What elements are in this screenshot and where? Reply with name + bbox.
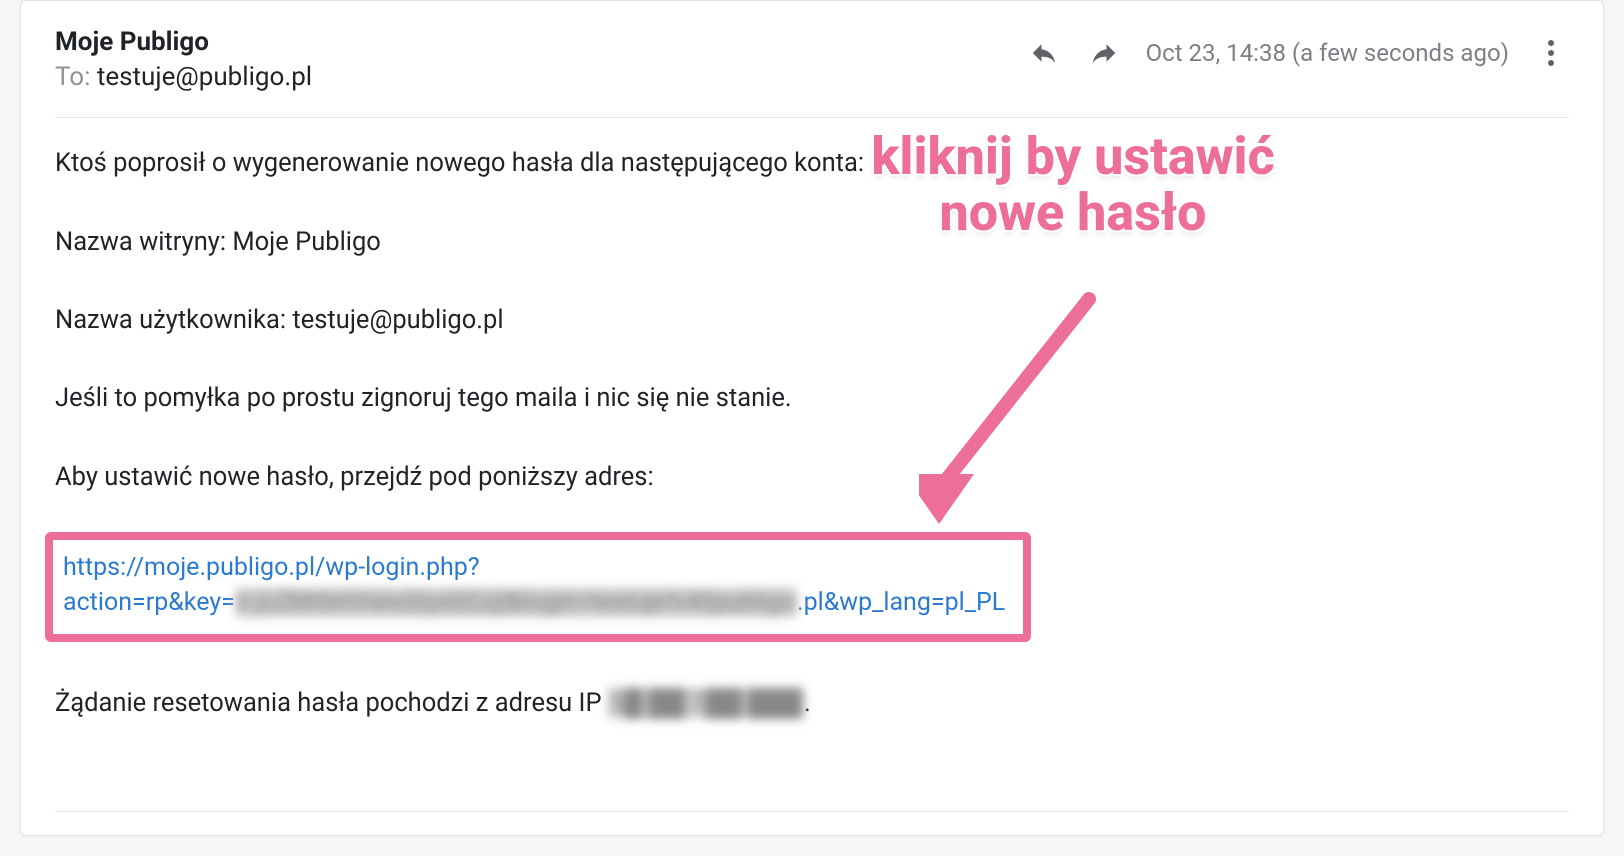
link-line2-suffix: .pl&wp_lang=pl_PL [797,588,1005,617]
link-key-obscured: n jcZMrbHVsncDyxGCzjl&login=testuje%40pu… [235,588,797,617]
more-icon[interactable] [1533,35,1569,71]
reset-password-link[interactable]: https://moje.publigo.pl/wp-login.php? ac… [63,553,1005,617]
email-card: Moje Publigo To: testuje@publigo.pl Oct … [20,0,1604,836]
to-label: To: [55,62,90,92]
ip-obscured: 5█ ██ 1██ ███ [608,688,804,718]
link-line1: https://moje.publigo.pl/wp-login.php? [63,553,480,582]
annotation-arrow-icon [919,269,1139,529]
body-p1: Ktoś poprosił o wygenerowanie nowego has… [55,146,1569,180]
email-header: Moje Publigo To: testuje@publigo.pl Oct … [55,25,1569,118]
footer-divider [55,811,1569,812]
body-p5: Aby ustawić nowe hasło, przejdź pod poni… [55,460,1569,494]
body-p2: Nazwa witryny: Moje Publigo [55,225,1569,259]
header-actions: Oct 23, 14:38 (a few seconds ago) [1026,25,1569,71]
to-address: testuje@publigo.pl [97,62,312,92]
from-name: Moje Publigo [55,25,312,60]
email-body: Ktoś poprosił o wygenerowanie nowego has… [55,118,1569,812]
body-p3: Nazwa użytkownika: testuje@publigo.pl [55,303,1569,337]
reset-link-highlight: https://moje.publigo.pl/wp-login.php? ac… [45,532,1031,642]
link-line2-prefix: action=rp&key= [63,588,235,617]
to-line: To: testuje@publigo.pl [55,60,312,95]
body-p4: Jeśli to pomyłka po prostu zignoruj tego… [55,381,1569,415]
p6-prefix: Żądanie resetowania hasła pochodzi z adr… [55,688,608,718]
forward-icon[interactable] [1086,35,1122,71]
email-timestamp: Oct 23, 14:38 (a few seconds ago) [1146,39,1509,67]
body-p6: Żądanie resetowania hasła pochodzi z adr… [55,686,1569,720]
p6-suffix: . [804,688,811,718]
reply-icon[interactable] [1026,35,1062,71]
from-block: Moje Publigo To: testuje@publigo.pl [55,25,312,95]
